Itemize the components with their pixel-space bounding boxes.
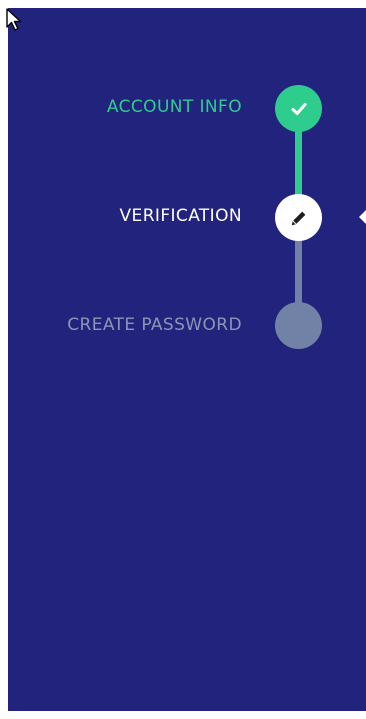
step-indicator-create-password — [275, 302, 322, 349]
signup-page: ACCOUNT INFO VERIFICATION CREATE PASSWOR… — [0, 0, 366, 719]
active-step-pointer — [359, 210, 366, 224]
step-indicator-verification[interactable] — [275, 194, 322, 241]
step-label-create-password: CREATE PASSWORD — [67, 315, 242, 335]
step-indicator-account-info[interactable] — [275, 85, 322, 132]
check-icon — [291, 102, 306, 115]
step-connector-upcoming — [295, 238, 302, 306]
step-label-account-info: ACCOUNT INFO — [106, 97, 242, 117]
step-label-verification: VERIFICATION — [119, 206, 242, 226]
step-connector-complete — [295, 129, 302, 197]
mouse-cursor-icon — [6, 8, 22, 31]
pencil-icon — [291, 211, 305, 225]
